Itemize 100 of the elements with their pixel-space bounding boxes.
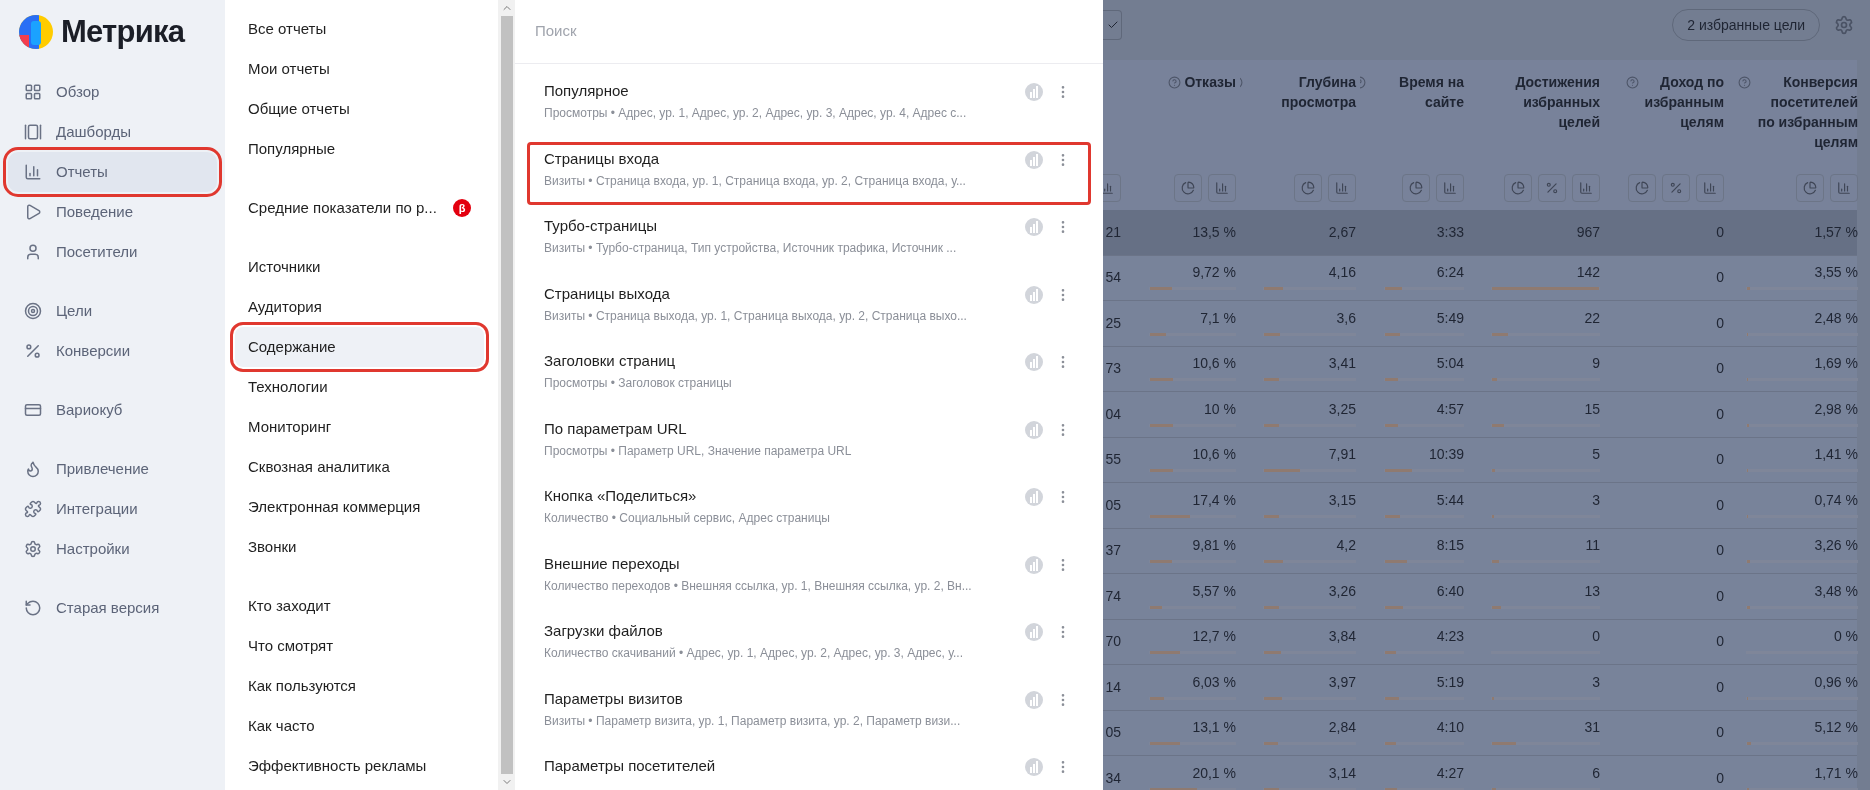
sidebar-item[interactable]: Цели — [8, 291, 217, 331]
sidebar-item[interactable]: Настройки — [8, 529, 217, 569]
table-row[interactable]: 05 13,1 % 2,84 4:10 31 0 5,12 % — [1103, 710, 1857, 756]
percent-button[interactable] — [1538, 174, 1566, 202]
report-item[interactable]: Заголовки страниц Просмотры • Заголовок страницы — [525, 342, 1093, 410]
scrollbar-thumb[interactable] — [500, 16, 513, 774]
report-item[interactable]: Страницы входа Визиты • Страница входа, ур. 1, Страница входа, ур. 2, Страница входа, у... — [525, 139, 1093, 207]
table-cell-text: 0 — [1716, 268, 1724, 288]
sidebar-item[interactable]: Поведение — [8, 192, 217, 232]
sidebar-item[interactable]: Интеграции — [8, 489, 217, 529]
table-row[interactable]: 37 9,81 % 4,2 8:15 11 0 3,26 % — [1103, 528, 1857, 574]
report-item[interactable]: Турбо-страницы Визиты • Турбо-страница, Тип устройства, Источник трафика, Источник ... — [525, 207, 1093, 275]
menu-item[interactable]: Мои отчеты — [235, 49, 484, 89]
pie-chart-button[interactable] — [1796, 174, 1824, 202]
report-item[interactable]: Страницы выхода Визиты • Страница выхода, ур. 1, Страница выхода, ур. 2, Страница выхо... — [525, 274, 1093, 342]
pie-chart-button[interactable] — [1294, 174, 1322, 202]
table-cell-text: 0 — [1716, 541, 1724, 561]
report-item[interactable]: Популярное Просмотры • Адрес, ур. 1, Адрес, ур. 2, Адрес, ур. 3, Адрес, ур. 4, Адрес с... — [525, 72, 1093, 140]
pie-chart-button[interactable] — [1402, 174, 1430, 202]
table-row[interactable]: 74 5,57 % 3,26 6:40 13 0 3,48 % — [1103, 574, 1857, 620]
help-icon[interactable] — [1626, 76, 1639, 89]
chart-icon[interactable] — [1025, 623, 1043, 641]
percent-icon — [1545, 181, 1559, 195]
table-cell-text: 37 — [1105, 541, 1121, 561]
table-cell-text: 2,67 — [1328, 222, 1356, 242]
table-row[interactable]: 04 10 % 3,25 4:57 15 0 2,98 % — [1103, 392, 1857, 438]
bar-chart-button[interactable] — [1328, 174, 1356, 202]
bar-chart-icon — [1443, 181, 1457, 195]
table-cell-text: 0 — [1716, 723, 1724, 743]
help-icon[interactable] — [1738, 76, 1751, 89]
menu-item[interactable]: Источники — [235, 247, 484, 287]
sidebar-item[interactable]: Конверсии — [8, 331, 217, 371]
column-header: Доход по избранным целям — [1643, 73, 1724, 132]
sidebar-item[interactable]: Старая версия — [8, 588, 217, 628]
table-row[interactable]: 34 20,1 % 3,14 4:27 6 0 1,71 % — [1103, 756, 1857, 790]
bar-chart-button[interactable] — [1436, 174, 1464, 202]
table-cell-text: 7,1 % — [1200, 308, 1236, 328]
report-item[interactable]: Параметры посетителей — [525, 747, 1093, 790]
report-item[interactable]: Загрузки файлов Количество скачиваний • Адрес, ур. 1, Адрес, ур. 2, Адрес, ур. 3, Адрес, у... — [525, 612, 1093, 680]
menu-item[interactable]: Сквозная аналитика — [235, 447, 484, 487]
chart-icon[interactable] — [1025, 353, 1043, 371]
chart-icon[interactable] — [1025, 150, 1043, 169]
report-item[interactable]: Кнопка «Поделиться» Количество • Социальный сервис, Адрес страницы — [525, 477, 1093, 545]
report-item[interactable]: Внешние переходы Количество переходов • Внешняя ссылка, ур. 1, Внешняя ссылка, ур. 2, Вн... — [525, 544, 1093, 612]
table-cell-text: 3,25 — [1328, 399, 1356, 419]
menu-item[interactable]: Звонки — [235, 527, 484, 567]
report-item[interactable]: Параметры визитов Визиты • Параметр визита, ур. 1, Параметр визита, ур. 2, Параметр визи... — [525, 679, 1093, 747]
menu-item[interactable]: Популярные — [235, 129, 484, 169]
menu-item[interactable]: Средние показатели по р... β — [235, 188, 484, 228]
bar-chart-button[interactable] — [1208, 174, 1236, 202]
table-row[interactable]: 14 6,03 % 3,97 5:19 3 0 0,96 % — [1103, 665, 1857, 711]
menu-item[interactable]: Электронная коммерция — [235, 487, 484, 527]
scrollbar[interactable] — [498, 0, 515, 790]
table-row[interactable]: 70 12,7 % 3,84 4:23 0 0 0 % — [1103, 619, 1857, 665]
chart-icon[interactable] — [1025, 83, 1043, 101]
sidebar-item[interactable]: Привлечение — [8, 449, 217, 489]
help-icon[interactable] — [1168, 76, 1182, 89]
bar-chart-button[interactable] — [1830, 174, 1858, 202]
menu-item[interactable]: Кто заходит — [235, 586, 484, 626]
settings-icon[interactable] — [1834, 15, 1854, 35]
menu-item[interactable]: Как часто — [235, 706, 484, 746]
chart-icon[interactable] — [1025, 420, 1043, 439]
search-field[interactable]: Поиск — [535, 20, 1083, 43]
table-row[interactable]: 54 9,72 % 4,16 6:24 142 0 3,55 % — [1103, 255, 1857, 301]
chart-icon[interactable] — [1025, 488, 1043, 506]
sidebar-item[interactable]: Обзор — [8, 72, 217, 112]
chart-icon[interactable] — [1025, 285, 1043, 304]
table-row[interactable]: 25 7,1 % 3,6 5:49 22 0 2,48 % — [1103, 301, 1857, 347]
table-row[interactable]: 55 10,6 % 7,91 10:39 5 0 1,41 % — [1103, 437, 1857, 483]
pie-chart-button[interactable] — [1174, 174, 1202, 202]
chart-icon[interactable] — [1025, 218, 1043, 236]
bar-chart-button[interactable] — [1572, 174, 1600, 202]
bar-chart-button[interactable] — [1696, 174, 1724, 202]
menu-item[interactable]: Общие отчеты — [235, 89, 484, 129]
percent-button[interactable] — [1662, 174, 1690, 202]
report-description: Количество переходов • Внешняя ссылка, ур. 1, Внешняя ссылка, ур. 2, Вн... — [544, 577, 972, 595]
pie-chart-button[interactable] — [1628, 174, 1656, 202]
menu-item[interactable]: Технологии — [235, 367, 484, 407]
table-row[interactable]: 05 17,4 % 3,15 5:44 3 0 0,74 % — [1103, 483, 1857, 529]
menu-item[interactable]: Все отчеты — [235, 9, 484, 49]
chart-icon[interactable] — [1025, 555, 1043, 574]
menu-item[interactable]: Мониторинг — [235, 407, 484, 447]
report-description: Просмотры • Заголовок страницы — [544, 375, 732, 392]
menu-item[interactable]: Что смотрят — [235, 626, 484, 666]
report-item[interactable]: По параметрам URL Просмотры • Параметр URL, Значение параметра URL — [525, 409, 1093, 477]
table-row[interactable]: 73 10,6 % 3,41 5:04 9 0 1,69 % — [1103, 346, 1857, 392]
pie-chart-icon — [1511, 181, 1525, 195]
pie-chart-button[interactable] — [1504, 174, 1532, 202]
dropdown-button[interactable] — [1103, 10, 1122, 40]
table-cell-text: 3,6 — [1336, 308, 1356, 328]
chart-icon[interactable] — [1025, 690, 1043, 709]
sidebar-item[interactable]: Вариокуб — [8, 390, 217, 430]
table-cell-text: 3,26 — [1328, 581, 1356, 601]
sidebar-item[interactable]: Дашборды — [8, 112, 217, 152]
menu-item[interactable]: Эффективность рекламы — [235, 746, 484, 786]
menu-item[interactable]: Как пользуются — [235, 666, 484, 706]
chart-icon[interactable] — [1025, 758, 1043, 776]
menu-item[interactable]: Аудитория — [235, 287, 484, 327]
table-cell-text: 34 — [1105, 768, 1121, 788]
sidebar-item[interactable]: Посетители — [8, 232, 217, 272]
